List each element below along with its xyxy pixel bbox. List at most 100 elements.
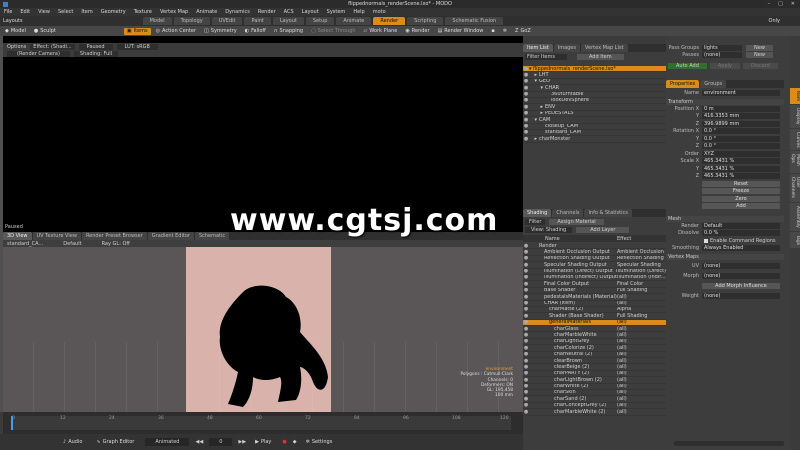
filter-items-dropdown[interactable]: Filter Items	[525, 53, 567, 60]
render-options-button[interactable]: Options	[7, 44, 26, 50]
vertex-maps-section[interactable]: Vertex Maps	[666, 253, 784, 260]
pass-groups-new-button[interactable]: New	[746, 44, 773, 51]
menu-vertex-map[interactable]: Vertex Map	[156, 9, 192, 15]
rotation-field[interactable]: 0.0 °	[702, 143, 780, 149]
add-morph-influence-button[interactable]: Add Morph Influence	[702, 283, 780, 289]
dissolve-field[interactable]: 0.0 %	[702, 230, 780, 236]
enable-command-regions-checkbox[interactable]	[704, 238, 708, 243]
render-paused-button[interactable]: Paused	[78, 44, 113, 50]
menu-system[interactable]: System	[323, 9, 350, 15]
falloff-button[interactable]: ◐ Falloff	[242, 28, 269, 35]
layout-tab-setup[interactable]: Setup	[305, 17, 335, 25]
side-tab-tags[interactable]: Tags	[790, 232, 800, 248]
side-tab-item[interactable]: Item	[790, 88, 800, 105]
tab-groups[interactable]: Groups	[700, 80, 727, 88]
layout-only-toggle[interactable]: Only	[769, 18, 780, 24]
weight-dropdown[interactable]: (none)	[702, 293, 780, 299]
timeline-ruler[interactable]: 0 12 24 36 48 60 72 84 96 108 120	[11, 416, 511, 430]
passes-new-button[interactable]: New	[746, 52, 773, 58]
col-effect[interactable]: Effect	[617, 236, 631, 242]
record-icon[interactable]: ●	[282, 439, 286, 445]
side-tab-mesh-ops[interactable]: Mesh Ops	[790, 151, 800, 173]
minimize-button[interactable]: –	[768, 1, 771, 7]
menu-geometry[interactable]: Geometry	[97, 9, 130, 15]
render-window-button[interactable]: ▤ Render Window	[435, 28, 487, 35]
apply-button[interactable]: Apply	[709, 63, 741, 69]
playhead[interactable]	[11, 416, 13, 430]
timeline-settings-button[interactable]: ✲ Settings	[303, 439, 336, 446]
scale-field[interactable]: 465.3431 %	[702, 173, 780, 179]
scale-field[interactable]: 465.3431 %	[702, 165, 780, 172]
smoothing-dropdown[interactable]: Always Enabled	[702, 245, 780, 251]
viewport-style-dropdown[interactable]: Default	[63, 241, 81, 247]
close-button[interactable]: ✕	[791, 1, 795, 7]
col-name[interactable]: Name	[545, 236, 617, 242]
work-plane-button[interactable]: ▱ Work Plane	[361, 28, 401, 35]
shader-row[interactable]: ● charMarbleWhite (2) (all)	[523, 409, 666, 416]
tree-expander[interactable]: ▾	[529, 85, 545, 90]
visibility-eye-icon[interactable]: ●	[523, 98, 529, 103]
tree-expander[interactable]: ▸	[529, 111, 545, 116]
tree-expander[interactable]: ▸	[529, 136, 539, 141]
position-field[interactable]: 416.3353 mm	[702, 113, 780, 119]
tab-shading[interactable]: Shading	[523, 209, 552, 217]
zero-button[interactable]: Zero	[702, 195, 780, 202]
tab-channels[interactable]: Channels	[552, 209, 584, 217]
settings-icon-button[interactable]: ✲	[500, 28, 510, 35]
shading-filter-field[interactable]: Filter	[525, 218, 546, 225]
transform-section[interactable]: Transform	[666, 98, 784, 105]
position-field[interactable]: 396.9899 mm	[702, 120, 780, 127]
symmetry-button[interactable]: ◫ Symmetry	[201, 28, 240, 35]
layout-tab-model[interactable]: Model	[142, 17, 172, 25]
menu-acs[interactable]: ACS	[280, 9, 298, 15]
layout-tab-topology[interactable]: Topology	[173, 17, 210, 25]
render-shading-dropdown[interactable]: Shading: Full	[73, 51, 119, 57]
render-effect-dropdown[interactable]: Effect: (Shadi...	[30, 44, 75, 50]
layout-tab-render[interactable]: Render	[373, 17, 406, 25]
menu-layout[interactable]: Layout	[298, 9, 323, 15]
tab-info-statistics[interactable]: Info & Statistics	[584, 209, 632, 217]
rotation-field[interactable]: 0.0 °	[702, 128, 780, 134]
discard-button[interactable]: Discard	[743, 63, 778, 69]
goz-button[interactable]: Z GoZ	[512, 28, 534, 35]
menu-help[interactable]: Help	[349, 9, 368, 15]
snapping-button[interactable]: ∩ Snapping	[271, 28, 306, 35]
scale-field[interactable]: 465.3431 %	[702, 158, 780, 164]
visibility-eye-icon[interactable]: ●	[523, 124, 529, 129]
item-row[interactable]: ● ▸ charMonster	[523, 136, 666, 143]
tab-gradient-editor[interactable]: Gradient Editor	[147, 232, 194, 240]
tab-properties[interactable]: Properties	[666, 80, 700, 88]
next-key-icon[interactable]: ▶▶	[238, 439, 246, 445]
frame-field[interactable]: 0	[209, 438, 233, 446]
animated-dropdown[interactable]: Animated	[145, 438, 190, 446]
tab-uv-texture-view[interactable]: UV Texture View	[32, 232, 81, 240]
key-icon[interactable]: ◆	[293, 439, 297, 445]
render-dropdown[interactable]: Default	[702, 222, 780, 229]
name-field[interactable]: environment	[702, 90, 780, 96]
tab-schematic[interactable]: Schematic	[194, 232, 230, 240]
morph-dropdown[interactable]: (none)	[702, 273, 780, 279]
audio-button[interactable]: ♪ Audio	[60, 439, 85, 446]
add-layer-button[interactable]: Add Layer	[576, 226, 630, 233]
reset-button[interactable]: Reset	[702, 180, 780, 187]
menu-view[interactable]: View	[34, 9, 54, 15]
layout-tab-paint[interactable]: Paint	[244, 17, 271, 25]
tab-3d-view[interactable]: 3D View	[3, 232, 32, 240]
viewport-camera-dropdown[interactable]: standard_CA...	[7, 241, 43, 247]
render-button[interactable]: ◉ Render	[402, 28, 432, 35]
tree-expander[interactable]: ▾	[529, 79, 539, 84]
freeze-button[interactable]: Freeze	[702, 188, 780, 194]
timeline[interactable]: 0 12 24 36 48 60 72 84 96 108 120	[3, 412, 523, 434]
tree-expander[interactable]: ▸	[529, 72, 539, 77]
tab-vertex-map-list[interactable]: Vertex Map List	[580, 44, 628, 52]
menu-dynamics[interactable]: Dynamics	[221, 9, 254, 15]
side-tab-display[interactable]: Display	[790, 105, 800, 128]
side-tab-assembly[interactable]: Assembly	[790, 203, 800, 232]
add-button[interactable]: Add	[702, 203, 780, 209]
menu-render[interactable]: Render	[254, 9, 280, 15]
tab-render-preset-browser[interactable]: Render Preset Browser	[81, 232, 147, 240]
render-camera-dropdown[interactable]: (Render Camera)	[7, 51, 70, 57]
assign-material-button[interactable]: Assign Material	[549, 218, 604, 225]
menu-item[interactable]: Item	[77, 9, 96, 15]
layout-tab-scripting[interactable]: Scripting	[407, 17, 444, 25]
